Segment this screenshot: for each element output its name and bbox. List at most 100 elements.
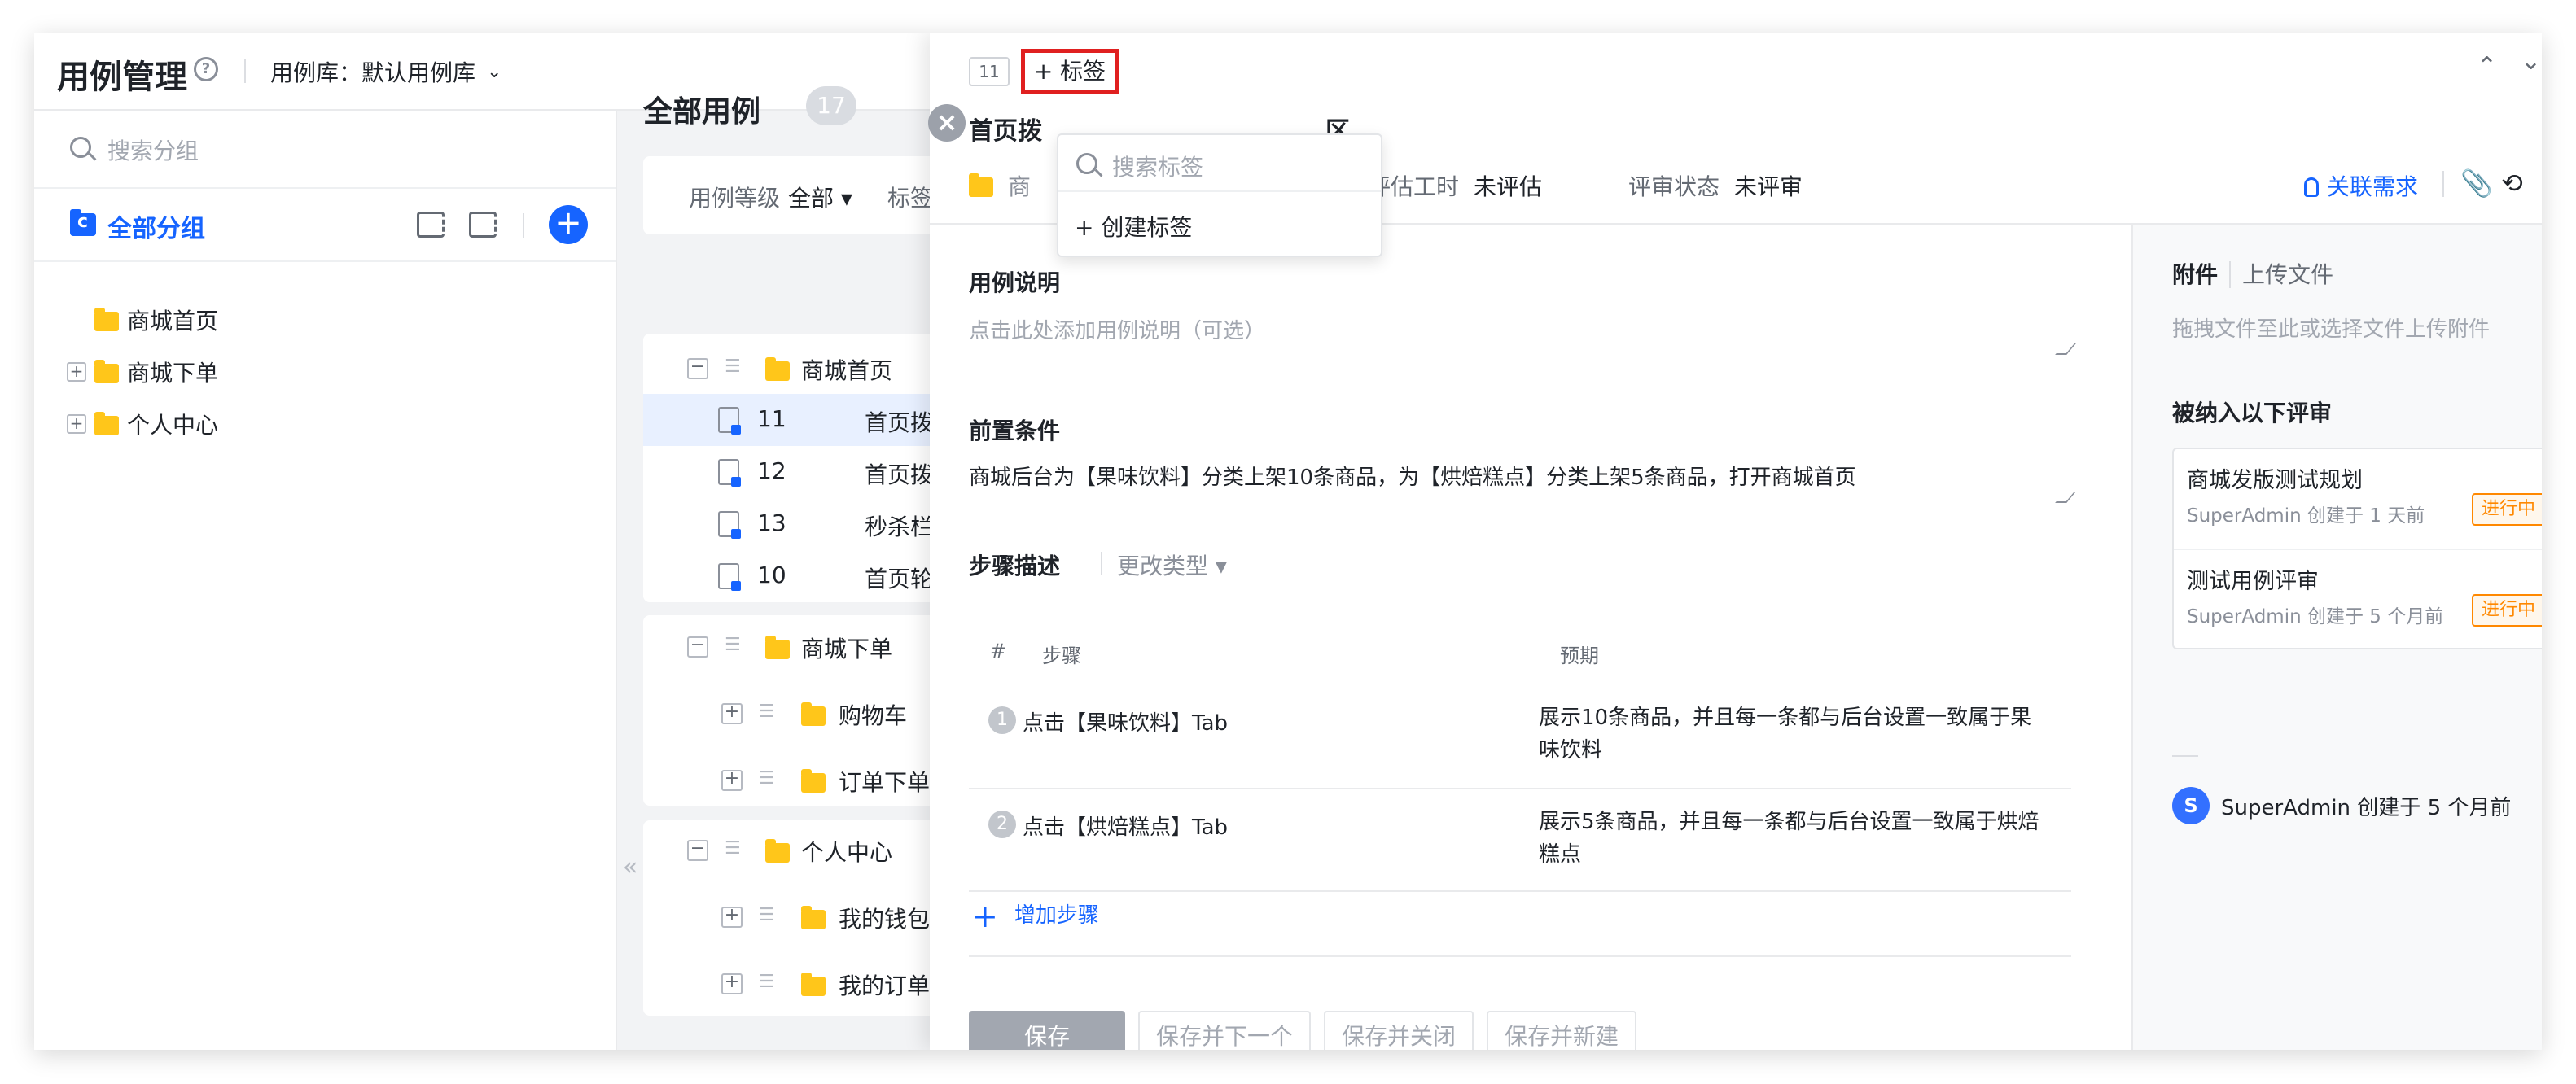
upload-file-link[interactable]: 上传文件 (2229, 261, 2334, 288)
estimate-value: 未评估 (1474, 173, 1543, 200)
step-row[interactable]: 2 点击【烘焙糕点】Tab 展示5条商品，并且每一条都与后台设置一致属于烘焙糕点 (969, 789, 2071, 892)
add-tag-button[interactable]: + 标签 (1021, 49, 1119, 94)
case-id: 10 (757, 562, 786, 588)
divider (2442, 171, 2444, 197)
collapse-icon[interactable]: − (687, 358, 708, 379)
collapse-icon[interactable]: − (687, 840, 708, 861)
change-type-dropdown[interactable]: 更改类型 ▾ (1117, 549, 1227, 581)
tag-filter[interactable]: 标签 (887, 181, 933, 213)
next-case-icon[interactable]: ⌄ (2521, 47, 2541, 76)
case-group-card: − ☰ 个人中心 + ☰ 我的钱包 + ☰ 我的订单 (643, 820, 977, 1016)
case-title-left[interactable]: 首页拨 (969, 111, 1042, 146)
step-text[interactable]: 点击【烘焙糕点】Tab (1023, 811, 1228, 841)
expand-icon[interactable]: + (721, 973, 743, 994)
group-name: 商城下单 (801, 636, 893, 662)
case-group-card: − ☰ 商城下单 + ☰ 购物车 + ☰ 订单下单 (643, 615, 977, 806)
col-index: # (990, 640, 1007, 662)
case-row[interactable]: 10 首页轮 (643, 550, 969, 602)
create-tag-button[interactable]: + 创建标签 (1075, 210, 1192, 243)
tree-item-商城下单[interactable]: + 商城下单 (67, 352, 218, 392)
subgroup-row[interactable]: + ☰ 订单下单 (643, 754, 969, 806)
folder-icon (801, 702, 826, 726)
history-icon[interactable]: ⟲ (2501, 168, 2523, 199)
review-status-field[interactable]: 评审状态 未评审 (1628, 169, 1803, 202)
folder-settings-icon[interactable] (469, 212, 497, 238)
subgroup-row[interactable]: + ☰ 我的订单 (643, 957, 969, 1009)
save-next-button[interactable]: 保存并下一个 (1138, 1011, 1312, 1050)
upload-dropzone[interactable]: 拖拽文件至此或选择文件上传附件 (2172, 313, 2490, 343)
checklist-icon: ☰ (759, 768, 775, 789)
step-expect[interactable]: 展示10条商品，并且每一条都与后台设置一致属于果味饮料 (1539, 702, 2044, 767)
estimate-field[interactable]: 评估工时 未评估 (1368, 169, 1542, 202)
precondition-input[interactable]: 商城后台为【果味饮料】分类上架10条商品，为【烘焙糕点】分类上架5条商品，打开商… (969, 461, 2076, 503)
collapse-icon[interactable]: − (687, 636, 708, 658)
save-button[interactable]: 保存 (969, 1011, 1125, 1050)
step-text[interactable]: 点击【果味饮料】Tab (1023, 706, 1228, 737)
tree-item-label: 商城下单 (127, 360, 219, 387)
col-expect: 预期 (1560, 645, 1599, 667)
group-search-input[interactable]: 搜索分组 (34, 111, 616, 189)
list-title: 全部用例 (643, 95, 761, 129)
folder-icon (801, 906, 826, 929)
case-id: 13 (757, 509, 786, 536)
col-step: 步骤 (1042, 645, 1081, 667)
attachment-icon[interactable]: 📎 (2460, 168, 2493, 199)
close-drawer-button[interactable]: × (928, 104, 966, 142)
expand-icon[interactable]: + (721, 770, 743, 791)
resize-handle[interactable] (2055, 492, 2076, 503)
creator-info: S SuperAdmin 创建于 5 个月前 (2172, 786, 2511, 825)
step-expect[interactable]: 展示5条商品，并且每一条都与后台设置一致属于烘焙糕点 (1539, 806, 2044, 871)
attachments-label: 附件 (2172, 261, 2219, 288)
subgroup-row[interactable]: + ☰ 我的钱包 (643, 890, 969, 942)
subgroup-row[interactable]: + ☰ 购物车 (643, 687, 969, 739)
case-name: 秒杀栏 (865, 514, 934, 540)
group-row[interactable]: − ☰ 商城首页 (643, 342, 977, 394)
case-count-badge: 17 (806, 86, 856, 125)
step-row[interactable]: 1 点击【果味饮料】Tab 展示10条商品，并且每一条都与后台设置一致属于果味饮… (969, 688, 2071, 789)
folder-icon (765, 357, 790, 381)
group-name: 个人中心 (801, 839, 893, 866)
group-row[interactable]: − ☰ 个人中心 (643, 824, 977, 876)
save-close-button[interactable]: 保存并关闭 (1324, 1011, 1474, 1050)
case-row[interactable]: 13 秒杀栏 (643, 498, 969, 550)
tree-item-个人中心[interactable]: + 个人中心 (67, 404, 218, 444)
help-icon[interactable]: ? (194, 57, 218, 81)
description-placeholder: 点击此处添加用例说明（可选） (969, 319, 1266, 343)
collapse-panel-icon[interactable]: « (617, 835, 643, 900)
save-new-button[interactable]: 保存并新建 (1487, 1011, 1637, 1050)
group-sidebar: 搜索分组 全部分组 + 商城首页 + 商城下单 + 个人中心 (34, 111, 617, 1050)
plus-icon: + (972, 898, 998, 934)
library-select[interactable]: 用例库：默认用例库 ⌄ (270, 55, 502, 88)
case-id-badge: 11 (969, 57, 1010, 86)
expand-icon[interactable]: + (721, 907, 743, 928)
expand-icon[interactable]: + (67, 362, 86, 382)
resize-handle[interactable] (2055, 343, 2076, 355)
divider (2172, 755, 2198, 757)
tag-search-input[interactable]: 搜索标签 (1058, 135, 1381, 192)
review-item[interactable]: 测试用例评审 SuperAdmin 创建于 5 个月前 进行中 (2187, 563, 2542, 645)
previous-case-icon[interactable]: ⌃ (2477, 52, 2497, 81)
link-requirement-button[interactable]: 关联需求 (2304, 169, 2418, 202)
precondition-value: 商城后台为【果味饮料】分类上架10条商品，为【烘焙糕点】分类上架5条商品，打开商… (969, 466, 1856, 490)
group-row[interactable]: − ☰ 商城下单 (643, 620, 977, 672)
case-row[interactable]: 12 首页拨 (643, 446, 969, 498)
app-window: 用例管理 ? 用例库：默认用例库 ⌄ 搜索分组 全部分组 + 商城首页 + (34, 33, 2542, 1050)
review-item[interactable]: 商城发版测试规划 SuperAdmin 创建于 1 天前 进行中 (2187, 462, 2542, 544)
move-folder-icon[interactable] (417, 212, 445, 238)
expand-icon[interactable]: + (67, 414, 86, 434)
folder-icon (765, 839, 790, 863)
case-editor: 用例说明 点击此处添加用例说明（可选） 前置条件 商城后台为【果味饮料】分类上架… (930, 225, 2094, 1050)
description-input[interactable]: 点击此处添加用例说明（可选） (969, 314, 2076, 355)
case-row-selected[interactable]: 11 首页拨 (643, 394, 969, 446)
tree-item-商城首页[interactable]: 商城首页 (67, 299, 218, 340)
add-step-button[interactable]: + 增加步骤 (969, 898, 1099, 934)
review-meta: SuperAdmin 创建于 5 个月前 (2187, 606, 2444, 627)
expand-icon[interactable]: + (721, 703, 743, 724)
steps-table-header: # 步骤 预期 (969, 632, 2071, 667)
folder-icon (94, 360, 119, 383)
add-group-button[interactable]: + (549, 205, 588, 244)
level-filter[interactable]: 用例等级 全部 ▾ (689, 181, 852, 213)
all-groups-row[interactable]: 全部分组 + (34, 189, 616, 262)
search-icon (70, 137, 91, 158)
